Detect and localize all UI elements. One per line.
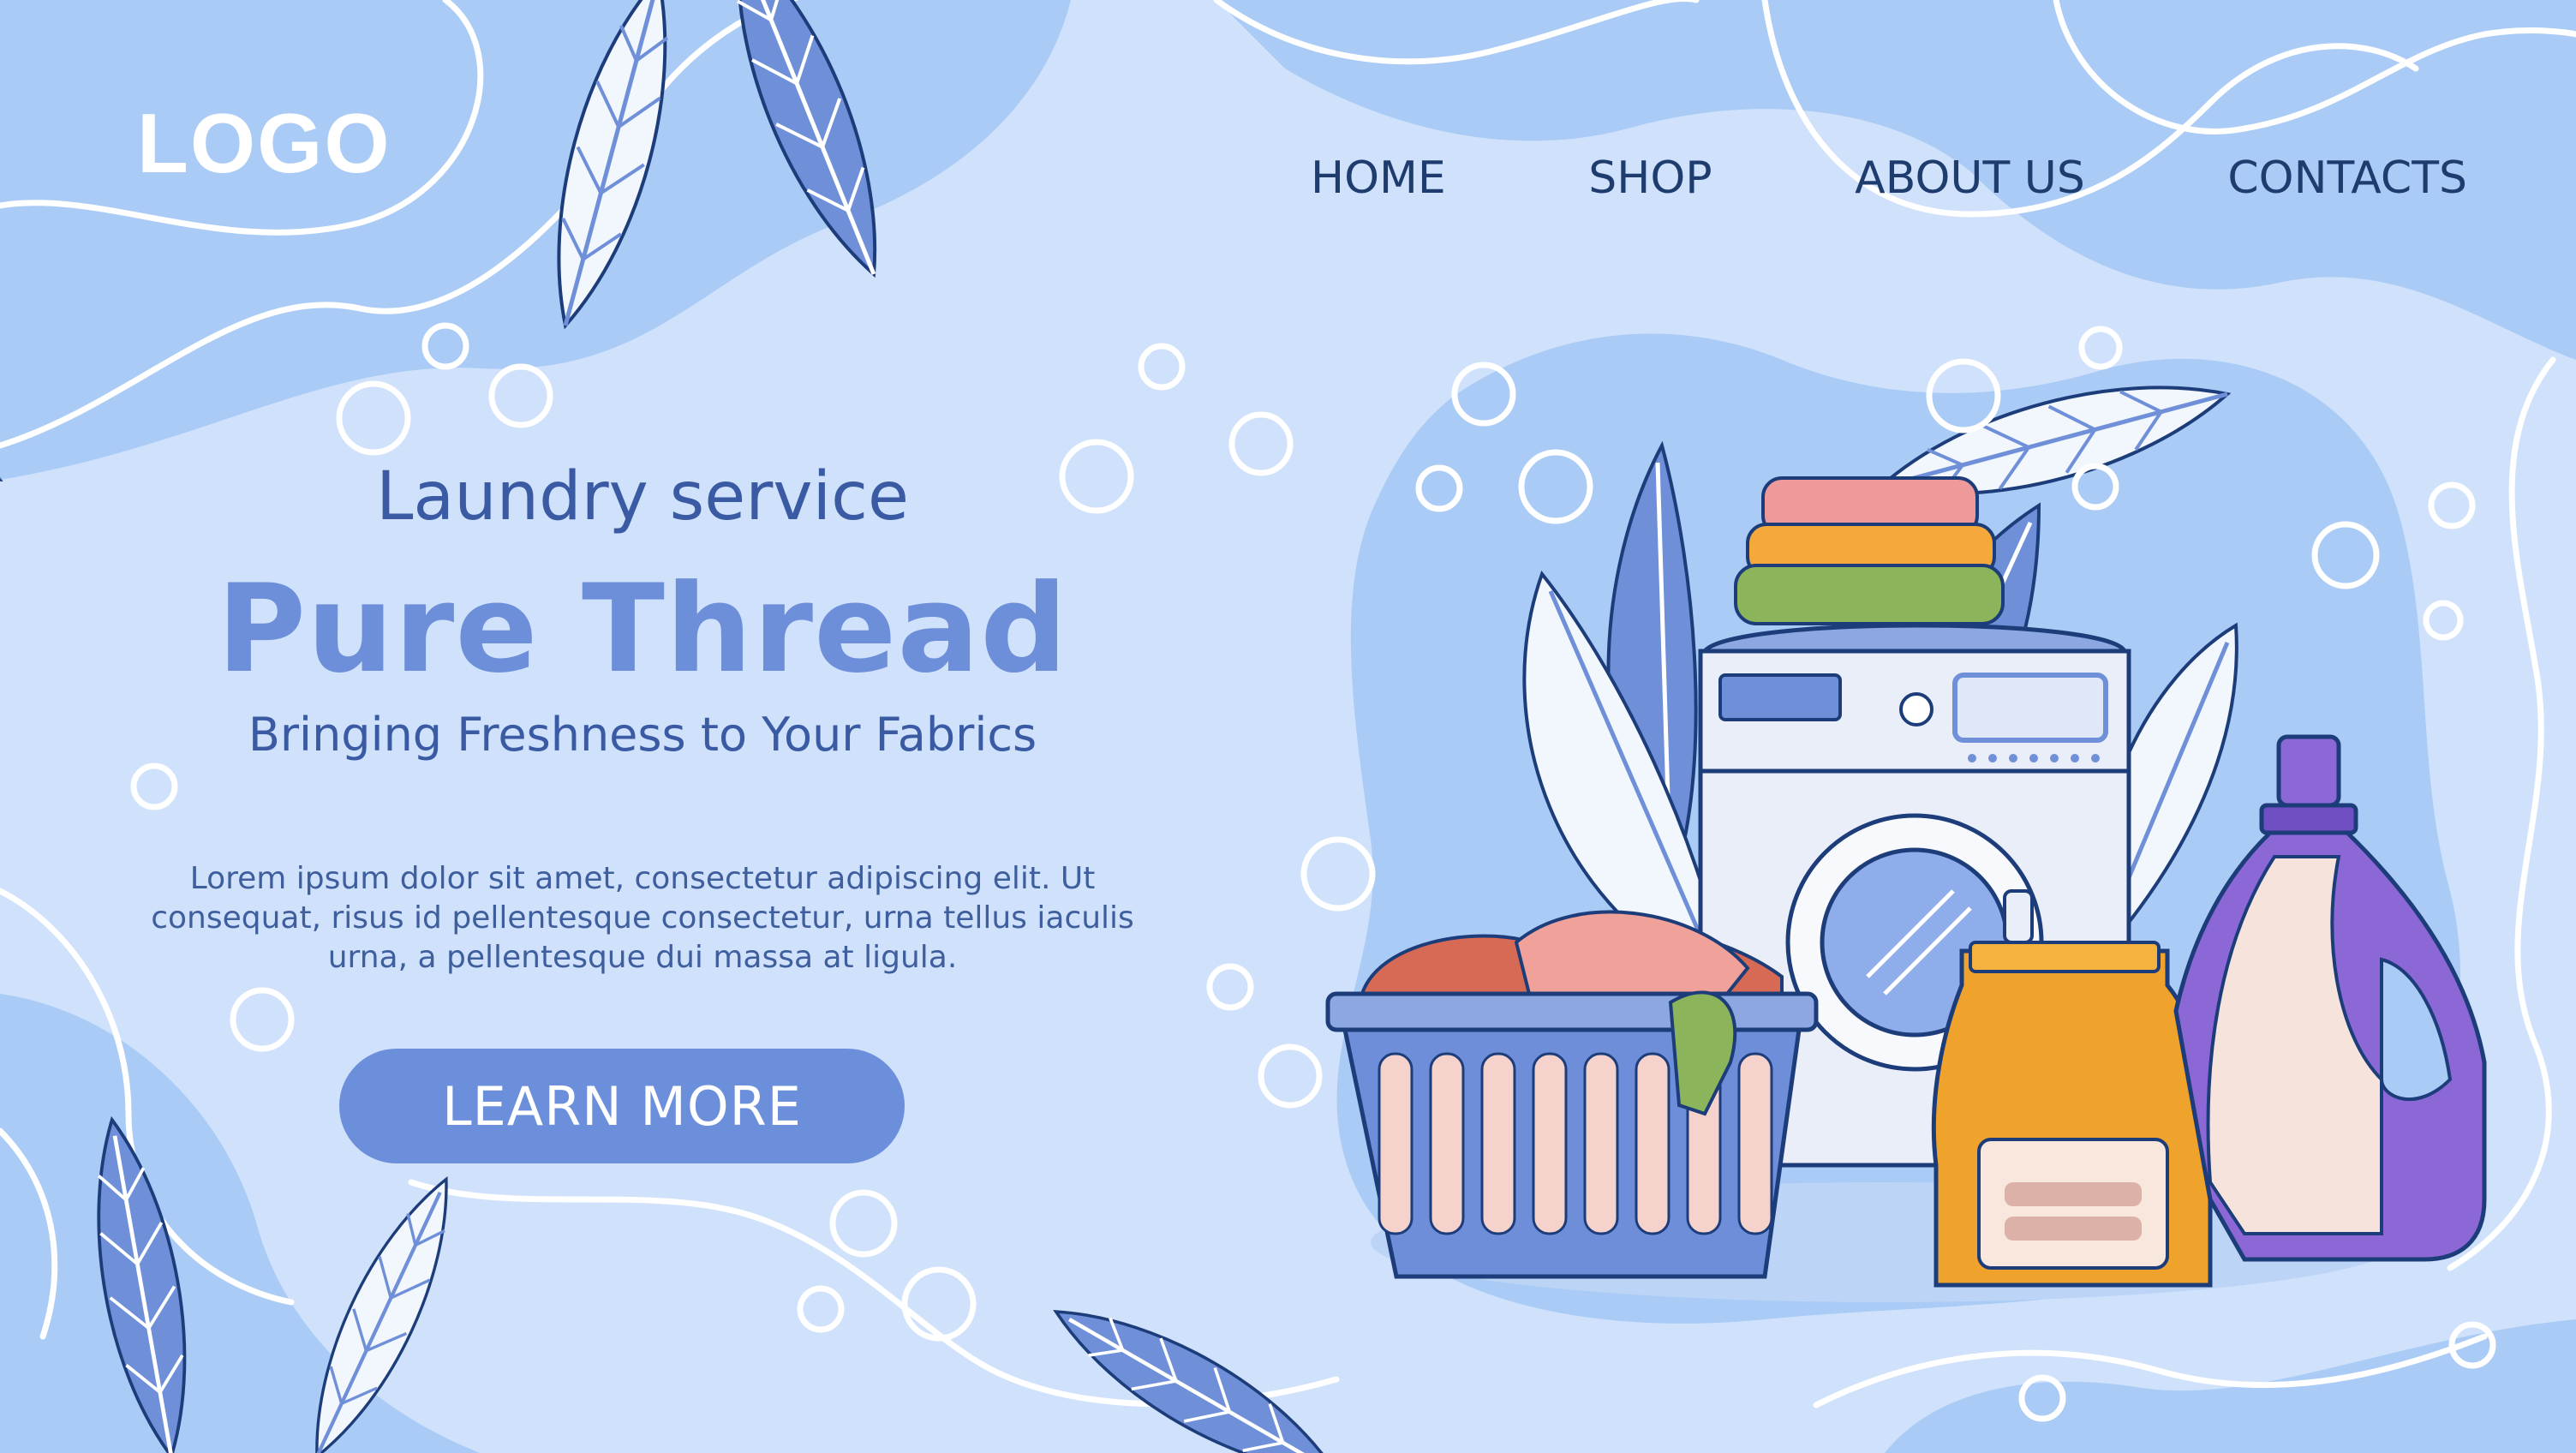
nav-contacts-link[interactable]: CONTACTS	[2227, 144, 2467, 212]
laundry-illustration	[1325, 440, 2487, 1302]
hero-title: Pure Thread	[217, 559, 1068, 700]
landing-page: LOGO HOME SHOP ABOUT US CONTACTS Laundry…	[0, 0, 2576, 1453]
nav-shop-link[interactable]: SHOP	[1588, 144, 1712, 212]
hero-body-text: Lorem ipsum dolor sit amet, consectetur …	[151, 861, 1134, 975]
hero-tagline: Bringing Freshness to Your Fabrics	[248, 708, 1037, 762]
logo[interactable]: LOGO	[137, 101, 391, 185]
folded-clothes	[1734, 476, 2005, 625]
detergent-box	[1931, 941, 2215, 1288]
laundry-basket	[1325, 910, 1819, 1279]
nav-about-link[interactable]: ABOUT US	[1855, 144, 2085, 212]
nav-home-link[interactable]: HOME	[1311, 144, 1446, 212]
main-nav: HOME SHOP ABOUT US CONTACTS	[1311, 144, 2467, 212]
learn-more-button[interactable]: LEARN MORE	[339, 1049, 905, 1163]
hero-subtitle: Laundry service	[375, 458, 910, 535]
detergent-bottle	[2173, 734, 2487, 1262]
